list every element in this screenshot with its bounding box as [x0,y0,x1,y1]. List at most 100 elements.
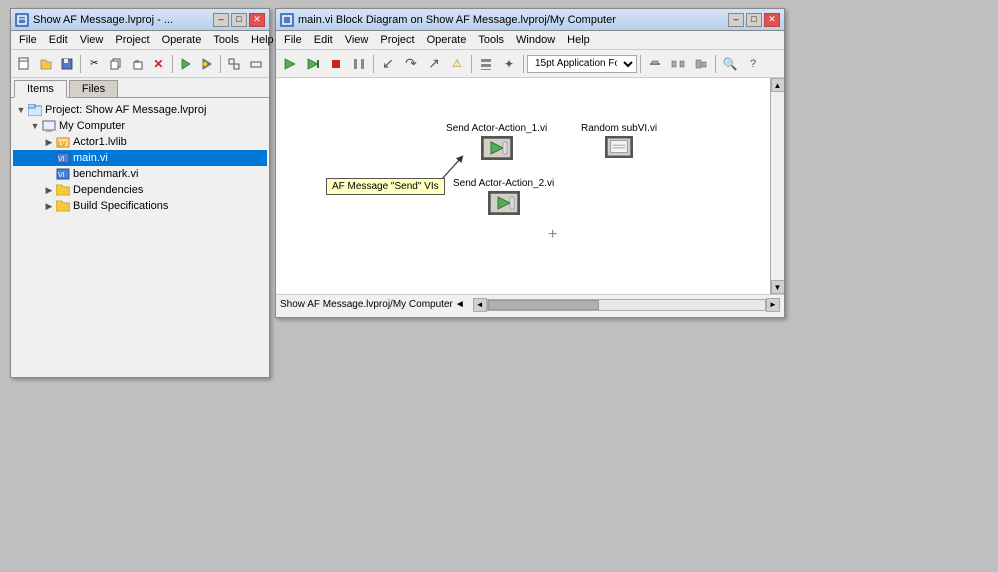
collapse-button[interactable] [246,53,266,75]
af-message-label: AF Message "Send" VIs [326,178,445,195]
project-titlebar: Show AF Message.lvproj - ... – □ ✕ [11,9,269,31]
delete-button[interactable]: ✕ [148,53,168,75]
random-subvi-icon [605,136,633,158]
diag-menu-project[interactable]: Project [374,32,420,48]
font-selector[interactable]: 15pt Application Font [527,55,637,73]
diag-menu-edit[interactable]: Edit [308,32,339,48]
tree-dependencies[interactable]: ▶ Dependencies [13,182,267,198]
tree-actor1-lib[interactable]: ▶ LV Actor1.lvlib [13,134,267,150]
menu-edit[interactable]: Edit [43,32,74,48]
tree-build-specs[interactable]: ▶ Build Specifications [13,198,267,214]
zoom-out-button[interactable]: ? [742,53,764,75]
diag-menu-operate[interactable]: Operate [421,32,473,48]
tree-main-vi[interactable]: VI main.vi [13,150,267,166]
folder-icon [55,183,71,197]
menu-operate[interactable]: Operate [156,32,208,48]
status-path-arrow: ◄ [455,299,465,310]
copy-button[interactable] [105,53,125,75]
pause-button[interactable] [348,53,370,75]
send-action-1-icon [481,136,513,160]
tree-benchmark-label: benchmark.vi [73,168,138,180]
zoom-in-button[interactable]: 🔍 [719,53,741,75]
tab-files[interactable]: Files [69,80,118,97]
run-highlight-button[interactable] [197,53,217,75]
status-path-text: Show AF Message.lvproj/My Computer [280,299,453,310]
close-button[interactable]: ✕ [249,13,265,27]
paste-button[interactable] [127,53,147,75]
random-subvi-label: Random subVI.vi [581,123,657,134]
diagram-titlebar: main.vi Block Diagram on Show AF Message… [276,9,784,31]
diag-menu-view[interactable]: View [339,32,375,48]
toolbar-separator-2 [471,55,472,73]
run-continuously-button[interactable] [302,53,324,75]
expand-icon: ▶ [43,184,55,196]
warn-button[interactable]: ⚠ [446,53,468,75]
scroll-up-button[interactable]: ▲ [771,78,785,92]
maximize-button[interactable]: □ [746,13,762,27]
diagram-toolbar: ↙ ↷ ↗ ⚠ ✦ 15pt Application Font 🔍 ? [276,50,784,78]
tree-project-root[interactable]: ▼ Project: Show AF Message.lvproj [13,102,267,118]
minimize-button[interactable]: – [213,13,229,27]
af-message-box[interactable]: AF Message "Send" VIs [326,178,445,195]
send-action-1-label: Send Actor-Action_1.vi [446,123,547,134]
scroll-thumb[interactable] [488,300,599,310]
diagram-window-title: main.vi Block Diagram on Show AF Message… [298,14,616,26]
toolbar-separator-4 [640,55,641,73]
diag-menu-help[interactable]: Help [561,32,596,48]
diagram-window-controls: – □ ✕ [728,13,780,27]
minimize-button[interactable]: – [728,13,744,27]
horizontal-scrollbar[interactable]: ◄ ► [473,298,780,312]
new-button[interactable] [14,53,34,75]
diag-menu-tools[interactable]: Tools [472,32,510,48]
align-button[interactable] [644,53,666,75]
tree-my-computer[interactable]: ▼ My Computer [13,118,267,134]
step-over-button[interactable]: ↷ [400,53,422,75]
run-vi-button[interactable] [279,53,301,75]
scroll-left-button[interactable]: ◄ [473,298,487,312]
expand-icon: ▶ [43,200,55,212]
close-button[interactable]: ✕ [764,13,780,27]
distribute-button[interactable] [667,53,689,75]
menu-view[interactable]: View [74,32,110,48]
send-action-2-label: Send Actor-Action_2.vi [453,178,554,189]
scroll-down-button[interactable]: ▼ [771,280,785,294]
scroll-right-button[interactable]: ► [766,298,780,312]
toolbar-separator-1 [80,55,81,73]
resize-button[interactable] [690,53,712,75]
tree-benchmark-vi[interactable]: VI benchmark.vi [13,166,267,182]
tree-my-computer-label: My Computer [59,120,125,132]
cut-button[interactable]: ✂ [84,53,104,75]
diagram-window: main.vi Block Diagram on Show AF Message… [275,8,785,318]
tree-actor1-label: Actor1.lvlib [73,136,127,148]
project-window-controls: – □ ✕ [213,13,265,27]
maximize-button[interactable]: □ [231,13,247,27]
menu-project[interactable]: Project [109,32,155,48]
toolbar-separator-3 [523,55,524,73]
send-action-2-node[interactable]: Send Actor-Action_2.vi [453,178,554,215]
diagram-menubar: File Edit View Project Operate Tools Win… [276,31,784,50]
diag-menu-window[interactable]: Window [510,32,561,48]
expand-button[interactable] [224,53,244,75]
project-icon [27,103,43,117]
expand-icon: ▼ [15,104,27,116]
diag-menu-file[interactable]: File [278,32,308,48]
svg-text:VI: VI [58,156,65,163]
plus-cursor: + [548,226,557,244]
vertical-scrollbar[interactable]: ▲ ▼ [770,78,784,294]
run-button[interactable] [176,53,196,75]
toolbar-separator-2 [172,55,173,73]
expand-icon [43,168,55,180]
abort-button[interactable] [325,53,347,75]
step-out-button[interactable]: ↗ [423,53,445,75]
tab-items[interactable]: Items [14,80,67,98]
send-action-1-node[interactable]: Send Actor-Action_1.vi [446,123,547,160]
open-button[interactable] [35,53,55,75]
highlight-button[interactable]: ✦ [498,53,520,75]
menu-tools[interactable]: Tools [207,32,245,48]
reorder-button[interactable] [475,53,497,75]
diagram-canvas-area: ▲ ▼ AF Message "Send" VIs Send Actor-Act… [276,78,784,294]
random-subvi-node[interactable]: Random subVI.vi [581,123,657,158]
menu-file[interactable]: File [13,32,43,48]
save-button[interactable] [57,53,77,75]
step-into-button[interactable]: ↙ [377,53,399,75]
